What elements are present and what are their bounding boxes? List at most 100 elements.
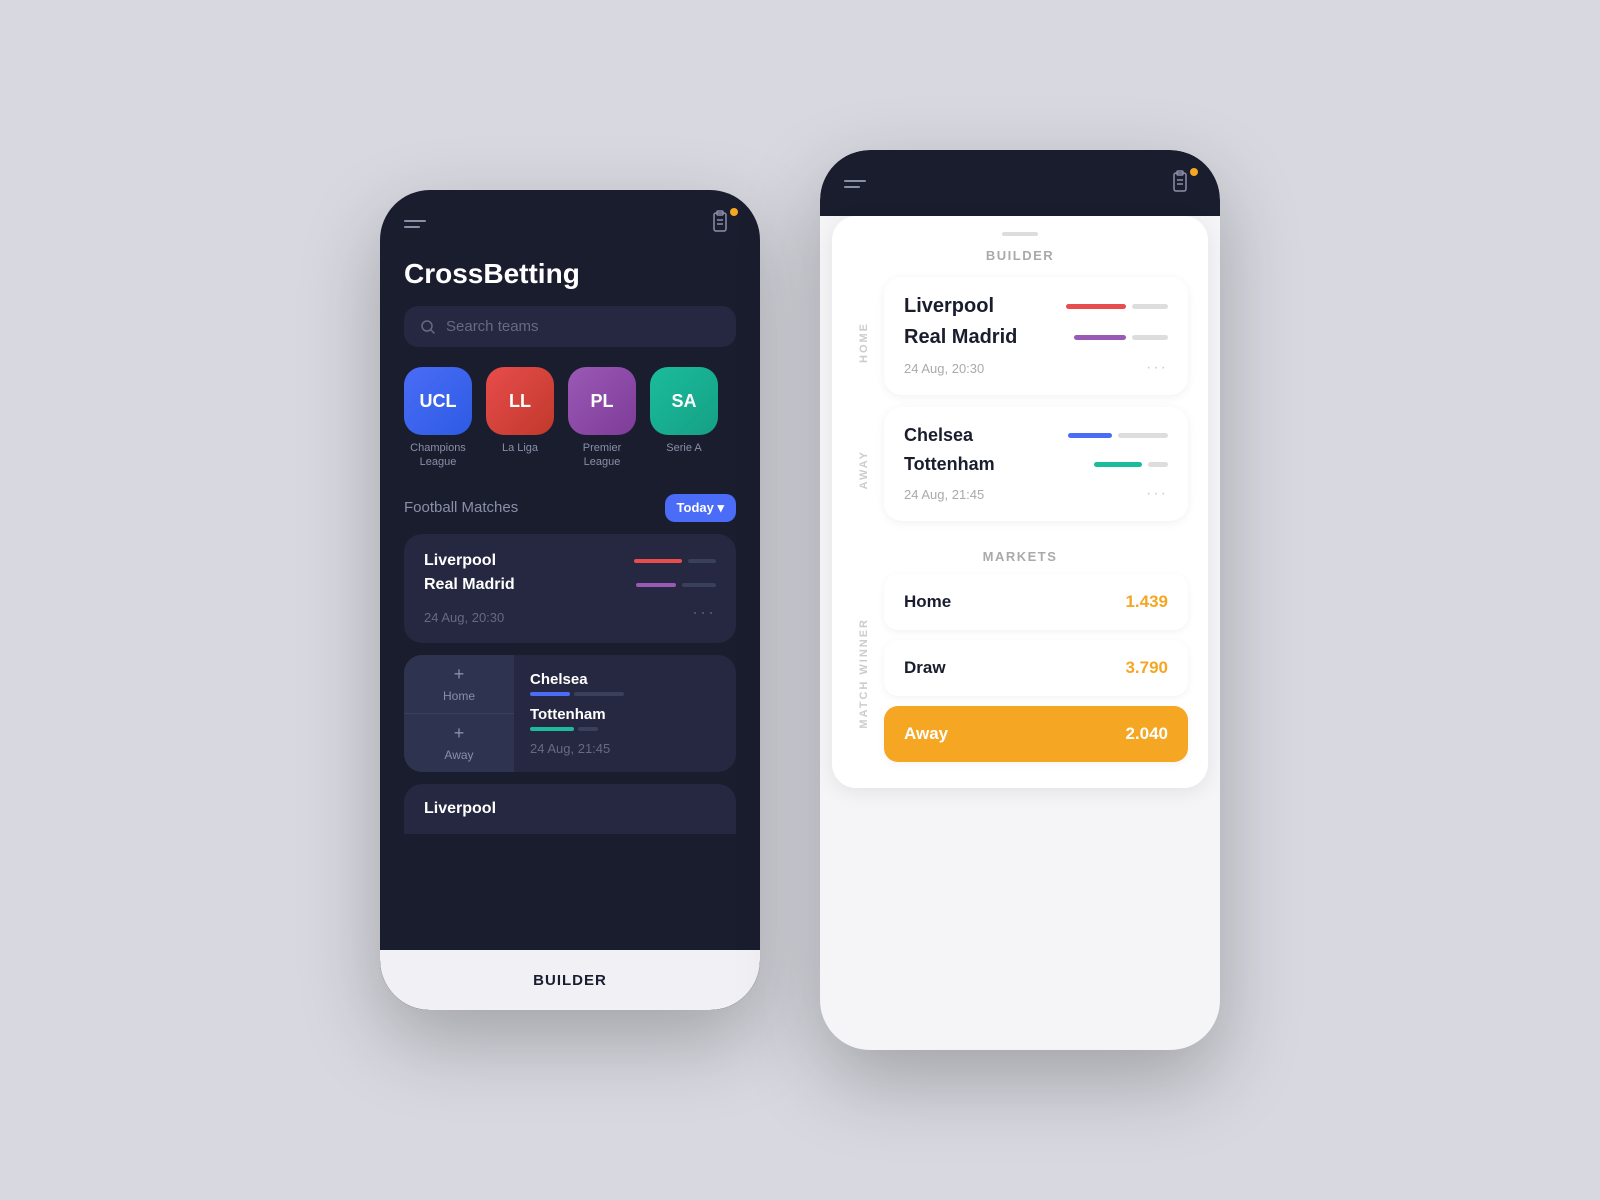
builder-team-realmadrid: Real Madrid: [904, 326, 1017, 349]
builder-match1-dots[interactable]: ···: [1146, 359, 1168, 377]
left-header: [380, 190, 760, 250]
builder-realmadrid-row: Real Madrid: [904, 326, 1168, 349]
builder-team-tottenham: Tottenham: [904, 454, 995, 475]
builder-realmadrid-bars: [1074, 335, 1168, 340]
chelsea-gray: [574, 692, 624, 696]
liverpool-bars: [634, 559, 716, 563]
today-button[interactable]: Today ▾: [665, 494, 736, 522]
builder-title: BUILDER: [852, 248, 1188, 263]
builder-match2-meta: 24 Aug, 21:45 ···: [904, 485, 1168, 503]
league-badge-pl: PL: [568, 367, 636, 435]
market-away-name: Away: [904, 724, 948, 744]
team-chelsea: Chelsea: [530, 671, 720, 688]
market-row-draw[interactable]: Draw 3.790: [884, 640, 1188, 696]
search-bar[interactable]: Search teams: [404, 306, 736, 347]
tottenham-bars: [530, 727, 720, 731]
league-name-ucl: ChampionsLeague: [410, 441, 466, 470]
team-liverpool: Liverpool: [424, 552, 496, 570]
markets-label: MARKETS: [852, 549, 1188, 564]
chelsea-bars: [530, 692, 720, 696]
builder-chelsea-bars: [1068, 433, 1168, 438]
builder-team-chelsea: Chelsea: [904, 425, 973, 446]
league-sa[interactable]: SA Serie A: [650, 367, 718, 470]
builder-liverpool-row: Liverpool: [904, 295, 1168, 318]
away-action-label: Away: [444, 748, 473, 762]
hamburger-icon[interactable]: [404, 220, 426, 228]
match1-time: 24 Aug, 20:30: [424, 610, 504, 625]
bar-red: [1066, 304, 1126, 309]
match-actions: + Home + Away: [404, 655, 514, 772]
chelsea-match-info: Chelsea Tottenham 24 Aug, 21:45: [514, 655, 736, 772]
tottenham-gray: [578, 727, 598, 731]
tottenham-bar: [530, 727, 574, 731]
liverpool-progress: [634, 559, 682, 563]
match-team-liverpool: Liverpool: [424, 552, 716, 570]
bar-blue: [1068, 433, 1112, 438]
builder-match1-meta: 24 Aug, 20:30 ···: [904, 359, 1168, 377]
match2-time-dark: 24 Aug, 21:45: [530, 741, 720, 756]
builder-match1: Liverpool Real Madrid: [884, 277, 1188, 395]
bar-teal: [1094, 462, 1142, 467]
notification-dot: [730, 208, 738, 216]
builder-match2-section: AWAY Chelsea Tottenham: [852, 407, 1188, 533]
match1-footer: 24 Aug, 20:30 ···: [424, 600, 716, 625]
bar-gray3: [1118, 433, 1168, 438]
builder-panel: BUILDER HOME Liverpool Real Madrid: [832, 216, 1208, 788]
market-home-name: Home: [904, 592, 951, 612]
market-draw-name: Draw: [904, 658, 946, 678]
clipboard-icon[interactable]: [708, 210, 736, 238]
right-header: [820, 150, 1220, 216]
market-draw-odds: 3.790: [1125, 658, 1168, 678]
bottom-builder-label: BUILDER: [533, 972, 607, 989]
league-badge-ll: LL: [486, 367, 554, 435]
league-badge-ucl: UCL: [404, 367, 472, 435]
search-icon: [420, 319, 436, 335]
away-action-btn[interactable]: + Away: [404, 714, 514, 772]
league-badge-sa: SA: [650, 367, 718, 435]
home-label: HOME: [858, 322, 870, 363]
search-placeholder: Search teams: [446, 318, 539, 335]
league-pl[interactable]: PL PremierLeague: [568, 367, 636, 470]
liverpool-gray: [688, 559, 716, 563]
home-plus-icon: +: [454, 664, 465, 685]
away-label: AWAY: [858, 450, 870, 489]
league-ucl[interactable]: UCL ChampionsLeague: [404, 367, 472, 470]
builder-match1-time: 24 Aug, 20:30: [904, 361, 984, 376]
realmadrid-progress: [636, 583, 676, 587]
builder-match2-time: 24 Aug, 21:45: [904, 487, 984, 502]
right-clipboard-icon[interactable]: [1168, 170, 1196, 198]
drag-handle: [1002, 232, 1038, 236]
builder-tottenham-row: Tottenham: [904, 454, 1168, 475]
home-action-label: Home: [443, 689, 475, 703]
realmadrid-gray: [682, 583, 716, 587]
builder-chelsea-row: Chelsea: [904, 425, 1168, 446]
match-card-liverpool: Liverpool Real Madrid 24 Aug, 20:30 ···: [404, 534, 736, 643]
match-card-chelsea: + Home + Away Chelsea Tottenham 24 Aug, …: [404, 655, 736, 772]
app-title: CrossBetting: [380, 250, 760, 306]
builder-match1-section: HOME Liverpool Real Madrid: [852, 277, 1188, 407]
market-row-home[interactable]: Home 1.439: [884, 574, 1188, 630]
builder-match2: Chelsea Tottenham 24: [884, 407, 1188, 521]
bar-gray4: [1148, 462, 1168, 467]
right-notification-dot: [1190, 168, 1198, 176]
builder-match2-dots[interactable]: ···: [1146, 485, 1168, 503]
bar-purple: [1074, 335, 1126, 340]
away-plus-icon: +: [454, 723, 465, 744]
section-title: Football Matches: [404, 499, 518, 516]
league-ll[interactable]: LL La Liga: [486, 367, 554, 470]
bar-gray2: [1132, 335, 1168, 340]
match1-dots[interactable]: ···: [692, 602, 716, 623]
bar-gray: [1132, 304, 1168, 309]
market-away-odds: 2.040: [1125, 724, 1168, 744]
league-name-sa: Serie A: [666, 441, 701, 455]
chelsea-bar: [530, 692, 570, 696]
markets-list: Home 1.439 Draw 3.790 Away 2.040: [884, 574, 1188, 772]
home-action-btn[interactable]: + Home: [404, 655, 514, 714]
bottom-bar-dark[interactable]: BUILDER: [380, 950, 760, 1010]
leagues-scroll: UCL ChampionsLeague LL La Liga PL Premie…: [380, 367, 760, 470]
league-name-ll: La Liga: [502, 441, 538, 455]
market-row-away[interactable]: Away 2.040: [884, 706, 1188, 762]
right-hamburger-icon[interactable]: [844, 180, 866, 188]
builder-liverpool-bars: [1066, 304, 1168, 309]
match-team-realmadrid: Real Madrid: [424, 576, 716, 594]
